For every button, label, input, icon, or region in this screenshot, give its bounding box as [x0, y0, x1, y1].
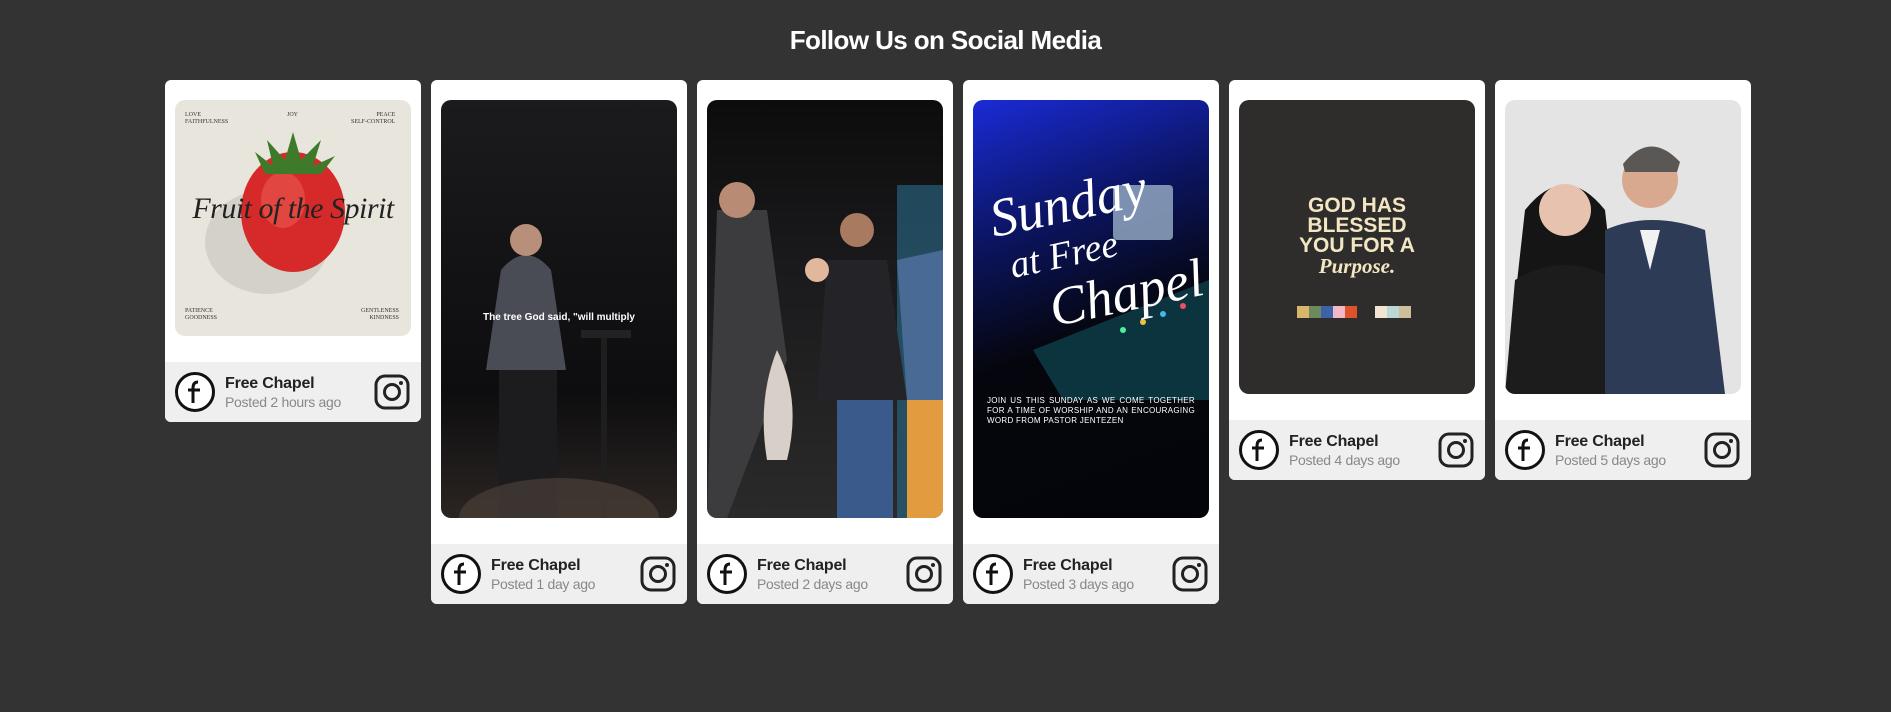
post-timestamp: Posted 2 hours ago [225, 393, 342, 410]
post-footer: Free Chapel Posted 3 days ago [963, 544, 1219, 604]
author-name[interactable]: Free Chapel [491, 557, 639, 575]
image-script-title: Fruit of the Spirit [192, 192, 394, 225]
instagram-icon[interactable] [639, 555, 677, 593]
author-name[interactable]: Free Chapel [1555, 433, 1703, 451]
author-name[interactable]: Free Chapel [1023, 557, 1171, 575]
post-image-sunday-service[interactable]: Sunday at Free Chapel JOIN US THIS SUNDA… [973, 100, 1209, 518]
page-title: Follow Us on Social Media [789, 25, 1102, 55]
author-name[interactable]: Free Chapel [225, 375, 373, 393]
couple-portrait-photo [1505, 146, 1725, 394]
post-footer: Free Chapel Posted 4 days ago [1229, 420, 1485, 480]
free-chapel-logo-icon[interactable] [973, 554, 1013, 594]
preacher-photo [459, 224, 659, 518]
post-footer: Free Chapel Posted 2 hours ago [165, 362, 421, 422]
free-chapel-logo-icon[interactable] [175, 372, 215, 412]
color-swatches-right [1375, 306, 1411, 318]
post-image-couple-portrait[interactable] [1505, 100, 1741, 394]
post-timestamp: Posted 5 days ago [1555, 451, 1666, 468]
post-footer: Free Chapel Posted 2 days ago [697, 544, 953, 604]
post-image-blessed-purpose[interactable]: GOD HAS BLESSED YOU FOR A Purpose. [1239, 100, 1475, 394]
social-post-card[interactable]: Free Chapel Posted 2 days ago [697, 80, 953, 604]
free-chapel-logo-icon[interactable] [1505, 430, 1545, 470]
author-name[interactable]: Free Chapel [1289, 433, 1437, 451]
free-chapel-logo-icon[interactable] [707, 554, 747, 594]
post-image-stage-family[interactable] [707, 100, 943, 518]
instagram-icon[interactable] [905, 555, 943, 593]
post-timestamp: Posted 2 days ago [757, 575, 868, 592]
post-image-fruit-of-spirit[interactable]: LOVE FAITHFULNESS JOY PEACE SELF-CONTROL F… [175, 100, 411, 336]
free-chapel-logo-icon[interactable] [1239, 430, 1279, 470]
instagram-icon[interactable] [1703, 431, 1741, 469]
image-text: PATIENCE GOODNESS [185, 308, 218, 321]
social-post-card[interactable]: GOD HAS BLESSED YOU FOR A Purpose. Free … [1229, 80, 1485, 480]
instagram-icon[interactable] [1437, 431, 1475, 469]
social-post-card[interactable]: Free Chapel Posted 5 days ago [1495, 80, 1751, 480]
instagram-icon[interactable] [1171, 555, 1209, 593]
post-footer: Free Chapel Posted 5 days ago [1495, 420, 1751, 480]
post-image-pastor-preaching[interactable]: The tree God said, "will multiply [441, 100, 677, 518]
image-caption: The tree God said, "will multiply [483, 312, 635, 323]
image-headline: GOD HAS BLESSED YOU FOR A Purpose. [1299, 194, 1415, 278]
social-post-card[interactable]: Sunday at Free Chapel JOIN US THIS SUNDA… [963, 80, 1219, 604]
post-timestamp: Posted 3 days ago [1023, 575, 1134, 592]
stage-photo [707, 182, 943, 518]
author-name[interactable]: Free Chapel [757, 557, 905, 575]
free-chapel-logo-icon[interactable] [441, 554, 481, 594]
social-post-card[interactable]: LOVE FAITHFULNESS JOY PEACE SELF-CONTROL F… [165, 80, 421, 422]
instagram-icon[interactable] [373, 373, 411, 411]
image-text: GENTLENESS KINDNESS [361, 308, 399, 321]
post-timestamp: Posted 4 days ago [1289, 451, 1400, 468]
social-post-card[interactable]: The tree God said, "will multiply Free C… [431, 80, 687, 604]
color-swatches-left [1297, 306, 1357, 318]
image-body-text: JOIN US THIS SUNDAY AS WE COME TOGETHER … [987, 396, 1195, 425]
post-footer: Free Chapel Posted 1 day ago [431, 544, 687, 604]
post-timestamp: Posted 1 day ago [491, 575, 596, 592]
